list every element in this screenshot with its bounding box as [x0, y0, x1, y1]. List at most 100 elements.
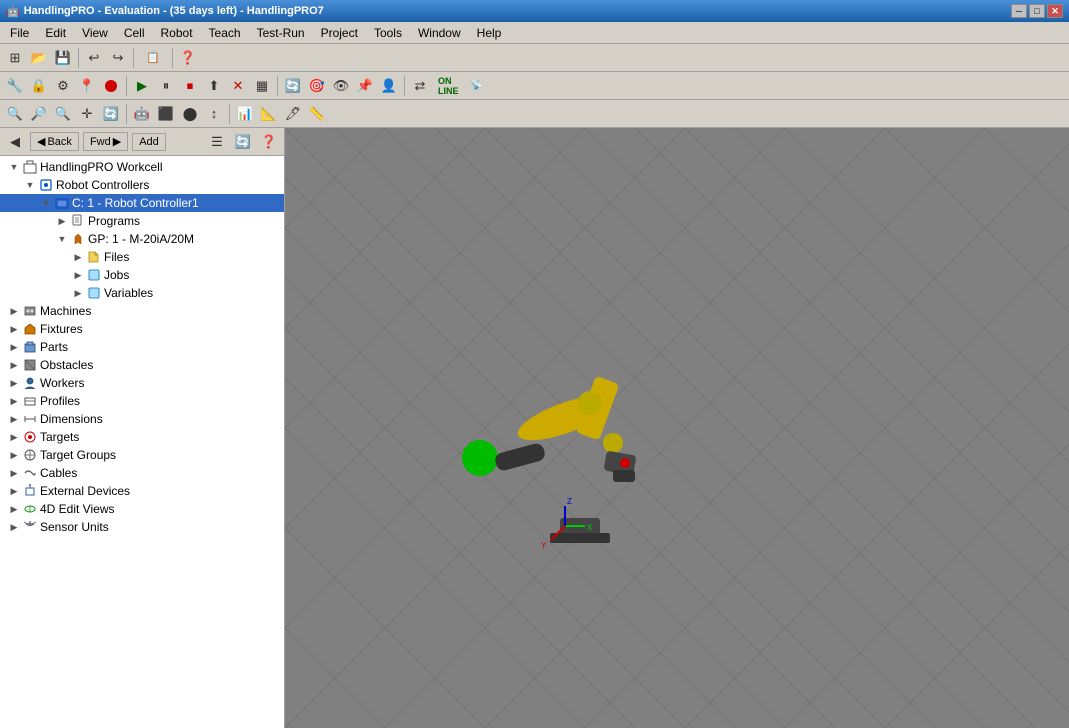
tb-tool1-button[interactable]: 🔧 — [4, 75, 26, 97]
expand-icon-cables[interactable]: ▶ — [6, 465, 22, 481]
menu-robot[interactable]: Robot — [153, 24, 201, 42]
tree-item-4d-edit-views[interactable]: ▶4D Edit Views — [0, 500, 284, 518]
tb-cancel-button[interactable]: ✕ — [227, 75, 249, 97]
expand-icon-controller1[interactable]: ▼ — [38, 195, 54, 211]
tree-item-controller1[interactable]: ▼C: 1 - Robot Controller1 — [0, 194, 284, 212]
expand-icon-parts[interactable]: ▶ — [6, 339, 22, 355]
tree-item-fixtures[interactable]: ▶Fixtures — [0, 320, 284, 338]
tb-user-button[interactable]: 👤 — [378, 75, 400, 97]
tb-ruler-button[interactable]: 📏 — [306, 103, 328, 125]
tb-settings-button[interactable]: ⚙ — [52, 75, 74, 97]
tree-item-workcell[interactable]: ▼HandlingPRO Workcell — [0, 158, 284, 176]
menu-window[interactable]: Window — [410, 24, 469, 42]
tree-item-cables[interactable]: ▶Cables — [0, 464, 284, 482]
minimize-button[interactable]: ─ — [1011, 4, 1027, 18]
panel-collapse-button[interactable]: ◀ — [4, 131, 26, 153]
tb-circle-button[interactable]: ⬤ — [179, 103, 201, 125]
tree-view[interactable]: ▼HandlingPRO Workcell▼Robot Controllers▼… — [0, 156, 284, 728]
tb-undo-button[interactable]: ↩ — [83, 47, 105, 69]
menu-view[interactable]: View — [74, 24, 116, 42]
tree-item-programs[interactable]: ▶Programs — [0, 212, 284, 230]
maximize-button[interactable]: □ — [1029, 4, 1045, 18]
panel-refresh-button[interactable]: 🔄 — [232, 131, 254, 153]
tb-play-button[interactable]: ▶ — [131, 75, 153, 97]
expand-icon-variables[interactable]: ▶ — [70, 285, 86, 301]
menu-file[interactable]: File — [2, 24, 37, 42]
tb-zoom-in-button[interactable]: 🔎 — [28, 103, 50, 125]
tb-pause-button[interactable]: ⏸ — [155, 75, 177, 97]
expand-icon-target-groups[interactable]: ▶ — [6, 447, 22, 463]
tb-rotate-button[interactable]: 🔄 — [100, 103, 122, 125]
menu-test-run[interactable]: Test-Run — [249, 24, 313, 42]
menu-cell[interactable]: Cell — [116, 24, 153, 42]
tree-item-target-groups[interactable]: ▶Target Groups — [0, 446, 284, 464]
tb-zoom-out-button[interactable]: 🔍 — [52, 103, 74, 125]
back-button[interactable]: ◀ Back — [30, 132, 79, 151]
menu-tools[interactable]: Tools — [366, 24, 410, 42]
tb-square-button[interactable]: ⬛ — [155, 103, 177, 125]
expand-icon-machines[interactable]: ▶ — [6, 303, 22, 319]
tb-signal-button[interactable]: 📡 — [466, 75, 488, 97]
expand-icon-4d-edit-views[interactable]: ▶ — [6, 501, 22, 517]
expand-icon-profiles[interactable]: ▶ — [6, 393, 22, 409]
tb-reddot-button[interactable] — [100, 75, 122, 97]
menu-teach[interactable]: Teach — [201, 24, 249, 42]
expand-icon-targets[interactable]: ▶ — [6, 429, 22, 445]
tb-stop-button[interactable]: ⏹ — [179, 75, 201, 97]
tb-help-button[interactable]: ❓ — [177, 47, 199, 69]
expand-icon-obstacles[interactable]: ▶ — [6, 357, 22, 373]
expand-icon-dimensions[interactable]: ▶ — [6, 411, 22, 427]
fwd-button[interactable]: Fwd ▶ — [83, 132, 128, 151]
expand-icon-sensor-units[interactable]: ▶ — [6, 519, 22, 535]
menu-project[interactable]: Project — [313, 24, 366, 42]
expand-icon-workers[interactable]: ▶ — [6, 375, 22, 391]
tb-swap-button[interactable]: ⇄ — [409, 75, 431, 97]
tree-item-parts[interactable]: ▶Parts — [0, 338, 284, 356]
tb-save-button[interactable]: 💾 — [52, 47, 74, 69]
tb-properties-button[interactable]: 📋 — [138, 47, 168, 69]
title-bar-controls[interactable]: ─ □ ✕ — [1011, 4, 1063, 18]
expand-icon-programs[interactable]: ▶ — [54, 213, 70, 229]
tb-target-button[interactable]: 🎯 — [306, 75, 328, 97]
tree-item-jobs[interactable]: ▶Jobs — [0, 266, 284, 284]
tree-item-external-devices[interactable]: ▶External Devices — [0, 482, 284, 500]
menu-edit[interactable]: Edit — [37, 24, 74, 42]
tb-crosshair-button[interactable]: ✛ — [76, 103, 98, 125]
tree-item-sensor-units[interactable]: ▶Sensor Units — [0, 518, 284, 536]
tb-chart-button[interactable]: 📊 — [234, 103, 256, 125]
panel-list-button[interactable]: ☰ — [206, 131, 228, 153]
tb-measure-button[interactable]: 📐 — [258, 103, 280, 125]
tb-arrows-button[interactable]: ↕ — [203, 103, 225, 125]
viewport-3d[interactable]: X Z Y — [285, 128, 1069, 728]
expand-icon-files[interactable]: ▶ — [70, 249, 86, 265]
tree-item-workers[interactable]: ▶Workers — [0, 374, 284, 392]
tree-item-variables[interactable]: ▶Variables — [0, 284, 284, 302]
tb-view-button[interactable]: 👁 — [330, 75, 352, 97]
tree-item-profiles[interactable]: ▶Profiles — [0, 392, 284, 410]
tb-up-button[interactable]: ⬆ — [203, 75, 225, 97]
tb-lock-button[interactable]: 🔒 — [28, 75, 50, 97]
expand-icon-fixtures[interactable]: ▶ — [6, 321, 22, 337]
tb-grid2-button[interactable]: ▦ — [251, 75, 273, 97]
close-button[interactable]: ✕ — [1047, 4, 1063, 18]
expand-icon-workcell[interactable]: ▼ — [6, 159, 22, 175]
expand-icon-robot-controllers[interactable]: ▼ — [22, 177, 38, 193]
tb-redo-button[interactable]: ↪ — [107, 47, 129, 69]
tree-item-machines[interactable]: ▶Machines — [0, 302, 284, 320]
menu-help[interactable]: Help — [469, 24, 510, 42]
tb-cycle-button[interactable]: 🔄 — [282, 75, 304, 97]
expand-icon-external-devices[interactable]: ▶ — [6, 483, 22, 499]
tree-item-gp1[interactable]: ▼GP: 1 - M-20iA/20M — [0, 230, 284, 248]
tree-item-robot-controllers[interactable]: ▼Robot Controllers — [0, 176, 284, 194]
tree-item-targets[interactable]: ▶Targets — [0, 428, 284, 446]
tree-item-obstacles[interactable]: ▶Obstacles — [0, 356, 284, 374]
tb-online-button[interactable]: ONLINE — [433, 75, 464, 97]
tree-item-files[interactable]: ▶Files — [0, 248, 284, 266]
tb-pin-button[interactable]: 📍 — [76, 75, 98, 97]
panel-help-button[interactable]: ❓ — [258, 131, 280, 153]
tb-pin2-button[interactable]: 📌 — [354, 75, 376, 97]
tb-pen-button[interactable]: 🖊 — [282, 103, 304, 125]
tb-zoom-fit-button[interactable]: 🔍 — [4, 103, 26, 125]
tb-open-button[interactable]: 📂 — [28, 47, 50, 69]
add-button[interactable]: Add — [132, 133, 166, 151]
